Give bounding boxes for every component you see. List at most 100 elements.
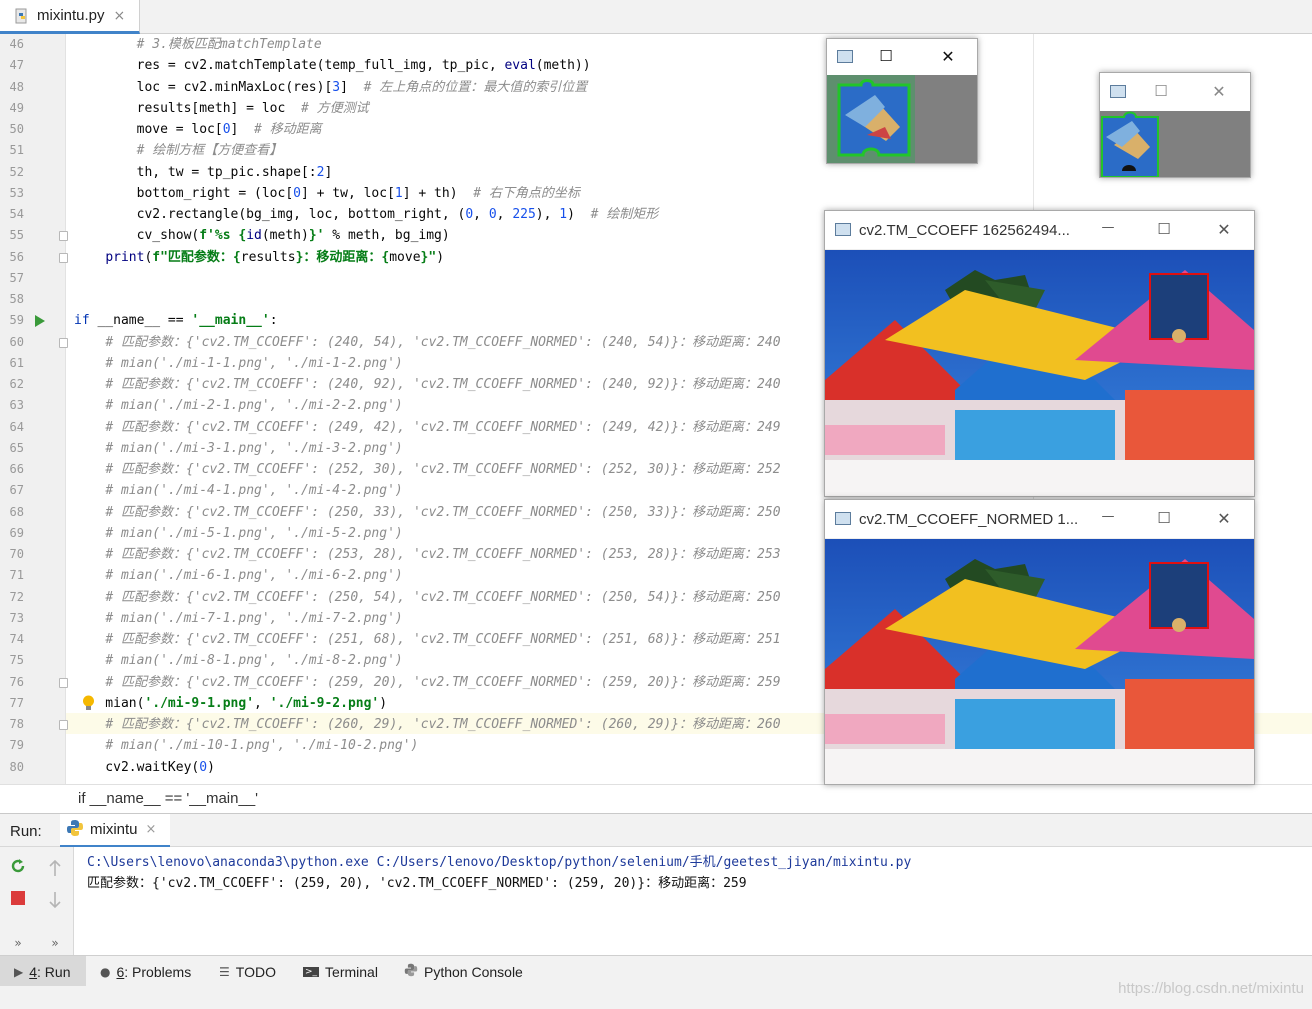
code-token: # 3.模板匹配matchTemplate (136, 37, 322, 52)
line-number: 72 (9, 589, 24, 604)
code-token: (meth) (261, 228, 309, 244)
line-number: 57 (9, 270, 24, 285)
console-result-line: 匹配参数：{'cv2.TM_CCOEFF': (259, 20), 'cv2.T… (87, 876, 747, 891)
python-file-icon (14, 8, 30, 24)
maximize-button[interactable]: ☐ (1150, 82, 1172, 100)
line-number: 64 (9, 419, 24, 434)
line-number: 61 (9, 355, 24, 370)
line-number: 65 (9, 440, 24, 455)
rerun-icon[interactable] (6, 854, 30, 878)
tool-tab-problems[interactable]: ● 6: Problems (100, 956, 191, 987)
template-window-2[interactable]: ☐ ✕ (1099, 72, 1251, 178)
tab-mixintu-py[interactable]: mixintu.py × (0, 0, 140, 34)
console-command-line[interactable]: C:\Users\lenovo\anaconda3\python.exe C:/… (87, 851, 911, 870)
problems-tool-num: 6 (116, 963, 125, 980)
line-number: 66 (9, 462, 24, 476)
fold-marker-icon[interactable] (59, 677, 68, 688)
line-code: # 匹配参数：{'cv2.TM_CCOEFF': (240, 92), 'cv2… (74, 374, 780, 395)
code-token: mian( (74, 695, 145, 711)
code-token: }' (308, 228, 325, 244)
minimize-button[interactable]: — (1097, 220, 1119, 235)
code-token: print (105, 249, 145, 265)
code-line[interactable]: 46 # 3.模板匹配matchTemplate (0, 34, 1312, 55)
code-token: cv2.waitKey( (74, 759, 200, 775)
line-number: 47 (9, 58, 24, 73)
todo-list-icon: ☰ (219, 964, 230, 979)
window-title-bar[interactable]: cv2.TM_CCOEFF_NORMED 1... — ☐ ✕ (825, 500, 1254, 539)
close-button[interactable]: ✕ (935, 47, 961, 66)
tool-tab-run[interactable]: ▶ 4: Run (0, 956, 86, 987)
matched-background-image (825, 539, 1254, 784)
line-code: print(f"匹配参数：{results}：移动距离：{move}") (74, 247, 444, 268)
close-button[interactable]: ✕ (1206, 82, 1232, 101)
code-token: # 匹配参数：{'cv2.TM_CCOEFF': (249, 42), 'cv2… (105, 419, 781, 435)
fold-marker-icon[interactable] (59, 252, 68, 263)
line-code: # 匹配参数：{'cv2.TM_CCOEFF': (260, 29), 'cv2… (74, 714, 780, 735)
code-token: # 匹配参数：{'cv2.TM_CCOEFF': (250, 33), 'cv2… (105, 504, 781, 520)
run-tab-close-icon[interactable]: × (146, 822, 157, 837)
code-token: }" (420, 249, 437, 265)
close-button[interactable]: ✕ (1211, 509, 1237, 528)
minimize-button[interactable]: — (1097, 509, 1119, 524)
stop-icon[interactable] (6, 886, 30, 910)
run-console-output[interactable]: C:\Users\lenovo\anaconda3\python.exe C:/… (74, 847, 1312, 955)
maximize-button[interactable]: ☐ (875, 47, 897, 65)
breadcrumb-item[interactable]: if __name__ == '__main__' (78, 790, 258, 807)
line-number: 68 (9, 504, 24, 519)
window-title-bar[interactable]: ☐ ✕ (1100, 73, 1250, 111)
ccoeff-result-window[interactable]: cv2.TM_CCOEFF 162562494... — ☐ ✕ (824, 210, 1255, 497)
tool-tab-todo[interactable]: ☰ TODO (219, 956, 276, 987)
run-tab-mixintu[interactable]: mixintu × (60, 814, 170, 848)
line-number: 49 (9, 100, 24, 115)
line-number: 69 (9, 525, 24, 540)
code-token: (meth)) (535, 58, 591, 74)
run-tool-num: 4 (29, 963, 38, 980)
code-line[interactable]: 53 bottom_right = (loc[0] + tw, loc[1] +… (0, 183, 1312, 204)
code-token: move = loc[ (74, 122, 223, 137)
window-title-bar[interactable]: cv2.TM_CCOEFF 162562494... — ☐ ✕ (825, 211, 1254, 250)
code-token: 0 (488, 207, 497, 222)
more-tools-right-icon[interactable]: » (43, 931, 67, 955)
fold-marker-icon[interactable] (59, 337, 68, 348)
breadcrumb[interactable]: if __name__ == '__main__' (0, 784, 1312, 813)
code-token: if (74, 313, 90, 329)
template-window-1[interactable]: ☐ ✕ (826, 38, 978, 164)
scroll-up-icon[interactable] (43, 856, 67, 880)
line-number: 75 (9, 653, 24, 668)
maximize-button[interactable]: ☐ (1153, 509, 1175, 527)
code-token: eval (504, 58, 536, 74)
fold-marker-icon[interactable] (59, 720, 68, 730)
maximize-button[interactable]: ☐ (1153, 220, 1175, 238)
window-app-icon (835, 223, 851, 236)
tool-tab-python-console[interactable]: Python Console (404, 956, 523, 987)
more-tools-left-icon[interactable]: » (6, 931, 30, 955)
run-gutter-icon[interactable] (35, 315, 45, 328)
run-toolbar: » » (0, 847, 74, 955)
code-token: res = cv2.matchTemplate(temp_full_img, t… (74, 58, 505, 74)
ccoeff-normed-result-window[interactable]: cv2.TM_CCOEFF_NORMED 1... — ☐ ✕ (824, 499, 1255, 785)
code-token: ) (436, 249, 445, 265)
run-tool-header: Run: mixintu × (0, 813, 1312, 848)
tab-close-icon[interactable]: × (114, 8, 126, 24)
window-title: cv2.TM_CCOEFF 162562494... (859, 222, 1070, 239)
line-code: # 匹配参数：{'cv2.TM_CCOEFF': (252, 30), 'cv2… (74, 459, 780, 480)
code-token: 225 (512, 207, 536, 222)
close-button[interactable]: ✕ (1211, 220, 1237, 239)
code-token: f"匹配参数：{ (152, 249, 241, 265)
line-code: # 绘制方框【方便查看】 (74, 140, 283, 161)
code-token: # mian('./mi-8-1.png', './mi-8-2.png') (105, 653, 403, 669)
fold-marker-icon[interactable] (59, 231, 68, 242)
scroll-down-icon[interactable] (43, 888, 67, 912)
window-title-bar[interactable]: ☐ ✕ (827, 39, 977, 75)
tool-tab-terminal[interactable]: >_ Terminal (303, 956, 378, 987)
line-code: # 匹配参数：{'cv2.TM_CCOEFF': (240, 54), 'cv2… (74, 332, 780, 353)
line-number: 60 (9, 334, 24, 349)
code-token: # mian('./mi-7-1.png', './mi-7-2.png') (105, 610, 403, 626)
